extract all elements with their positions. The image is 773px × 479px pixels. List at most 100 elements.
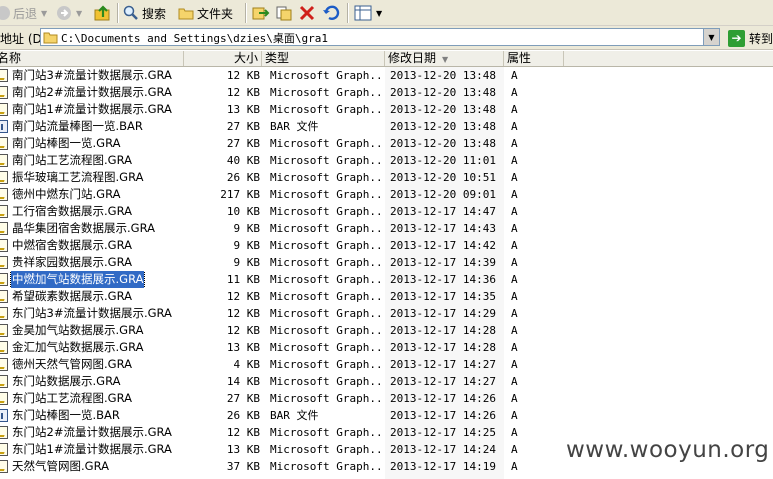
copy-to-icon (276, 6, 292, 21)
gra-file-icon (0, 392, 8, 405)
file-attributes: A (511, 188, 518, 201)
file-row[interactable]: 金汇加气站数据展示.GRA 13 KB Microsoft Graph... 2013… (0, 339, 773, 356)
file-attributes: A (511, 239, 518, 252)
gra-file-icon (0, 358, 8, 371)
file-row[interactable]: 晶华集团宿舍数据展示.GRA 9 KB Microsoft Graph... 2013… (0, 220, 773, 237)
file-name: 德州中燃东门站.GRA (12, 187, 121, 201)
column-name[interactable]: 名称 (0, 51, 184, 66)
watermark: www.wooyun.org (566, 437, 770, 463)
file-attributes: A (511, 324, 518, 337)
file-type: Microsoft Graph... (270, 290, 382, 303)
gra-file-icon (0, 69, 8, 82)
file-modified: 2013-12-20 13:48 (390, 69, 496, 82)
address-input[interactable]: C:\Documents and Settings\dzies\桌面\gra1 … (40, 28, 720, 46)
file-modified: 2013-12-17 14:27 (390, 375, 496, 388)
file-attributes: A (511, 290, 518, 303)
file-row[interactable]: 南门站工艺流程图.GRA 40 KB Microsoft Graph... 2013-… (0, 152, 773, 169)
search-button[interactable]: 搜索 (123, 2, 166, 24)
file-row[interactable]: 工行宿舍数据展示.GRA 10 KB Microsoft Graph... 2013-… (0, 203, 773, 220)
move-to-button[interactable] (252, 2, 270, 24)
file-type: Microsoft Graph... (270, 256, 382, 269)
file-row[interactable]: 东门站数据展示.GRA 14 KB Microsoft Graph... 2013-1… (0, 373, 773, 390)
undo-button[interactable] (322, 2, 340, 24)
file-row[interactable]: 南门站棒图一览.GRA 27 KB Microsoft Graph... 2013-1… (0, 135, 773, 152)
column-size[interactable]: 大小 (184, 51, 262, 66)
column-attributes[interactable]: 属性 (504, 51, 564, 66)
file-type: Microsoft Graph... (270, 443, 382, 456)
gra-file-icon (0, 205, 8, 218)
file-name: 天然气管网图.GRA (12, 459, 109, 473)
file-name: 南门站2#流量计数据展示.GRA (12, 85, 172, 99)
views-grid-icon (354, 5, 372, 21)
up-folder-icon (94, 5, 110, 21)
gra-file-icon (0, 103, 8, 116)
delete-button[interactable] (299, 2, 315, 24)
file-row[interactable]: 东门站3#流量计数据展示.GRA 12 KB Microsoft Graph... 2… (0, 305, 773, 322)
gra-file-icon (0, 256, 8, 269)
column-type[interactable]: 类型 (262, 51, 385, 66)
file-type: Microsoft Graph... (270, 69, 382, 82)
go-button[interactable]: ➔ 转到 (728, 28, 773, 48)
gra-file-icon (0, 324, 8, 337)
file-size: 12 KB (226, 307, 260, 320)
file-row[interactable]: 德州中燃东门站.GRA 217 KB Microsoft Graph... 2013-… (0, 186, 773, 203)
file-row[interactable]: 东门站棒图一览.BAR 26 KB BAR 文件 2013-12-17 14:26 A (0, 407, 773, 424)
file-modified: 2013-12-17 14:24 (390, 443, 496, 456)
copy-to-button[interactable] (276, 2, 294, 24)
file-modified: 2013-12-17 14:47 (390, 205, 496, 218)
bar-file-icon (0, 120, 8, 133)
address-dropdown-button[interactable]: ▼ (703, 29, 719, 45)
back-button[interactable]: 后退 ▼ (0, 2, 47, 24)
file-name: 南门站棒图一览.GRA (12, 136, 121, 150)
file-size: 10 KB (226, 205, 260, 218)
search-icon (123, 5, 138, 20)
gra-file-icon (0, 154, 8, 167)
file-row[interactable]: 南门站3#流量计数据展示.GRA 12 KB Microsoft Graph... 2… (0, 67, 773, 84)
file-name: 金昊加气站数据展示.GRA (12, 323, 144, 337)
file-row[interactable]: 中燃宿舍数据展示.GRA 9 KB Microsoft Graph... 2013-1… (0, 237, 773, 254)
file-modified: 2013-12-17 14:27 (390, 358, 496, 371)
file-modified: 2013-12-17 14:35 (390, 290, 496, 303)
file-modified: 2013-12-17 14:29 (390, 307, 496, 320)
file-type: BAR 文件 (270, 409, 319, 422)
file-name: 南门站流量棒图一览.BAR (12, 119, 143, 133)
file-size: 14 KB (226, 375, 260, 388)
file-row[interactable]: 南门站2#流量计数据展示.GRA 12 KB Microsoft Graph... 2… (0, 84, 773, 101)
file-row[interactable]: 南门站流量棒图一览.BAR 27 KB BAR 文件 2013-12-20 13:48… (0, 118, 773, 135)
back-dropdown-icon[interactable]: ▼ (41, 9, 47, 18)
undo-arrow-icon (323, 5, 340, 20)
file-size: 9 KB (233, 222, 261, 235)
file-row[interactable]: 东门站工艺流程图.GRA 27 KB Microsoft Graph... 2013-… (0, 390, 773, 407)
file-size: 13 KB (226, 341, 260, 354)
file-modified: 2013-12-20 10:51 (390, 171, 496, 184)
folders-button[interactable]: 文件夹 (178, 2, 233, 24)
file-type: Microsoft Graph... (270, 358, 382, 371)
forward-button[interactable]: ▼ (56, 2, 82, 24)
file-row[interactable]: 南门站1#流量计数据展示.GRA 13 KB Microsoft Graph... 2… (0, 101, 773, 118)
file-row[interactable]: 德州天然气管网图.GRA 4 KB Microsoft Graph... 2013-1… (0, 356, 773, 373)
forward-dropdown-icon[interactable]: ▼ (76, 9, 82, 18)
column-modified[interactable]: 修改日期 ▼ (385, 51, 504, 66)
gra-file-icon (0, 290, 8, 303)
file-row[interactable]: 金昊加气站数据展示.GRA 12 KB Microsoft Graph... 2013… (0, 322, 773, 339)
file-type: Microsoft Graph... (270, 426, 382, 439)
file-attributes: A (511, 341, 518, 354)
file-size: 27 KB (226, 392, 260, 405)
file-row[interactable]: 希望碳素数据展示.GRA 12 KB Microsoft Graph... 2013-… (0, 288, 773, 305)
folders-label: 文件夹 (197, 6, 234, 21)
file-name: 希望碳素数据展示.GRA (12, 289, 132, 303)
file-row[interactable]: 贵祥家园数据展示.GRA 9 KB Microsoft Graph... 2013-1… (0, 254, 773, 271)
file-modified: 2013-12-20 11:01 (390, 154, 496, 167)
file-row[interactable]: 中燃加气站数据展示.GRA 11 KB Microsoft Graph... 2013… (0, 271, 773, 288)
gra-file-icon (0, 341, 8, 354)
views-button[interactable]: ▼ (354, 2, 382, 24)
file-attributes: A (511, 426, 518, 439)
views-dropdown-icon[interactable]: ▼ (376, 9, 382, 18)
up-folder-button[interactable] (94, 2, 112, 24)
file-attributes: A (511, 137, 518, 150)
file-type: Microsoft Graph... (270, 273, 382, 286)
file-size: 27 KB (226, 120, 260, 133)
file-modified: 2013-12-17 14:36 (390, 273, 496, 286)
file-row[interactable]: 振华玻璃工艺流程图.GRA 26 KB Microsoft Graph... 2013… (0, 169, 773, 186)
file-type: Microsoft Graph... (270, 375, 382, 388)
